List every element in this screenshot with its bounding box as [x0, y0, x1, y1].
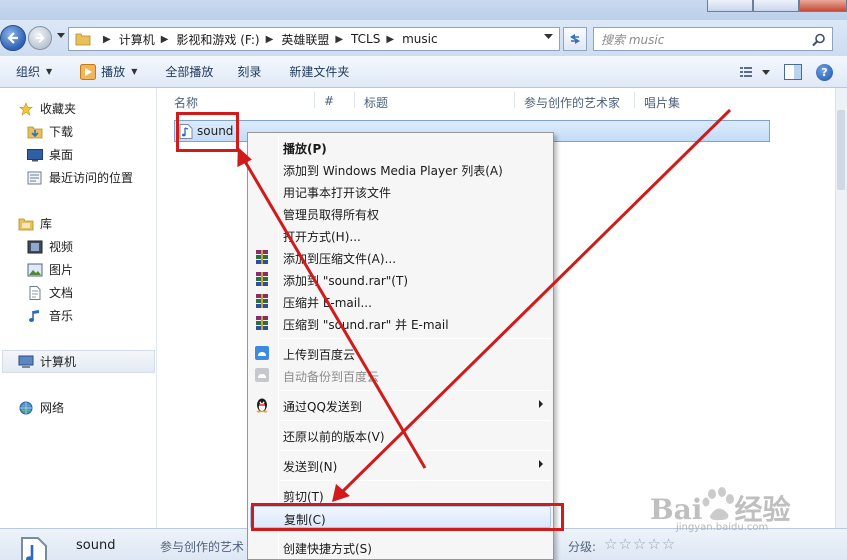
watermark-url: jingyan.baidu.com	[676, 522, 769, 533]
annotation-arrowhead	[237, 146, 252, 168]
annotation-arrow-to-copy	[338, 108, 732, 496]
annotation-arrow-to-file	[241, 157, 427, 469]
annotation-arrows	[237, 108, 732, 502]
